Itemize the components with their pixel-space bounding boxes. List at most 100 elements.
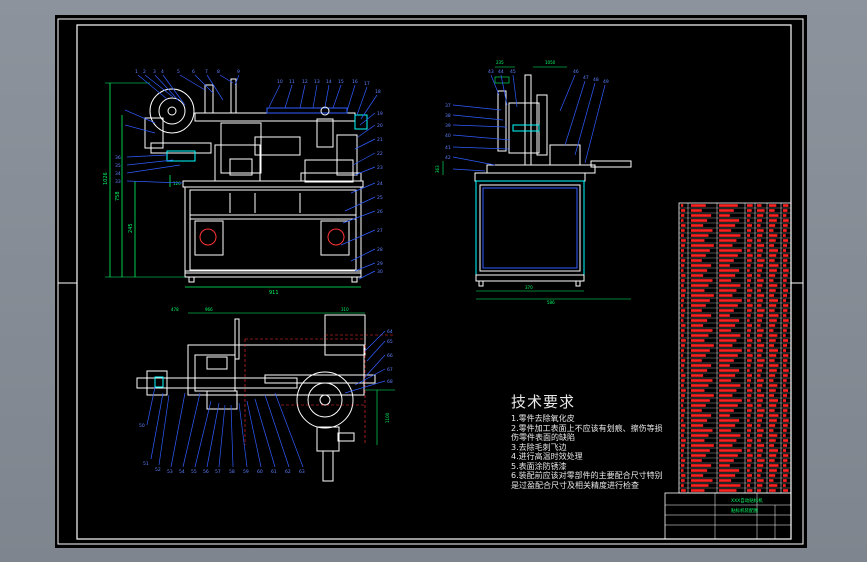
svg-text:35: 35	[115, 163, 121, 169]
svg-text:41: 41	[445, 145, 451, 151]
svg-text:23: 23	[377, 165, 383, 171]
svg-text:370: 370	[525, 285, 533, 290]
svg-text:12: 12	[302, 79, 308, 85]
cad-viewport[interactable]: 1026 758 245 126 911 1 2 3 4 5 6 7 8 9 1…	[0, 0, 867, 562]
svg-text:49: 49	[603, 79, 609, 85]
svg-text:966: 966	[205, 307, 213, 312]
svg-text:29: 29	[377, 261, 383, 267]
notes-line: 4.进行高温时效处理	[511, 452, 583, 461]
svg-text:42: 42	[445, 155, 451, 161]
svg-text:55: 55	[191, 469, 197, 475]
svg-text:39: 39	[445, 123, 451, 129]
svg-text:57: 57	[215, 469, 221, 475]
svg-text:22: 22	[377, 151, 383, 157]
plan-leader-numbers: 505152 53 54 55 56 57 58 59 60 61 62 63 646566 …	[139, 329, 393, 475]
svg-text:51: 51	[143, 461, 149, 467]
notes-line: 伤零件表面的缺陷	[511, 433, 575, 442]
svg-text:38: 38	[445, 113, 451, 119]
plan-view: 478 966 310 1100	[136, 307, 395, 482]
svg-text:43: 43	[488, 69, 494, 75]
svg-text:6: 6	[192, 69, 195, 75]
svg-text:44: 44	[498, 69, 504, 75]
svg-text:62: 62	[285, 469, 291, 475]
svg-text:2: 2	[143, 69, 146, 75]
svg-text:11: 11	[289, 79, 295, 85]
svg-text:56: 56	[203, 469, 209, 475]
svg-text:235: 235	[496, 60, 504, 65]
notes-line: 6.装配前应该对零部件的主要配合尺寸特别	[511, 471, 663, 480]
svg-text:14: 14	[326, 79, 332, 85]
svg-text:1100: 1100	[385, 412, 390, 423]
svg-text:65: 65	[387, 339, 393, 345]
svg-text:1026: 1026	[103, 172, 109, 185]
notes-title: 技术要求	[511, 393, 576, 411]
svg-text:47: 47	[583, 75, 589, 81]
svg-text:8: 8	[217, 69, 220, 75]
svg-text:1: 1	[135, 69, 138, 75]
svg-text:5: 5	[177, 69, 180, 75]
svg-text:9: 9	[237, 69, 240, 75]
svg-text:61: 61	[271, 469, 277, 475]
svg-text:363: 363	[435, 165, 440, 173]
svg-text:16: 16	[352, 79, 358, 85]
svg-text:28: 28	[377, 247, 383, 253]
svg-text:310: 310	[341, 307, 349, 312]
svg-text:25: 25	[377, 195, 383, 201]
svg-text:64: 64	[387, 329, 393, 335]
svg-text:24: 24	[377, 181, 383, 187]
svg-text:48: 48	[593, 77, 599, 83]
svg-text:58: 58	[229, 469, 235, 475]
svg-text:60: 60	[257, 469, 263, 475]
svg-text:911: 911	[269, 290, 279, 296]
svg-text:37: 37	[445, 103, 451, 109]
title-block-title: XXX自动贴标机	[731, 497, 763, 504]
notes-line: 5.表面涂防锈漆	[511, 461, 567, 471]
svg-text:54: 54	[179, 469, 185, 475]
svg-text:18: 18	[375, 89, 381, 95]
assembly-drawing: 1026 758 245 126 911 1 2 3 4 5 6 7 8 910…	[57, 18, 804, 545]
svg-text:59: 59	[243, 469, 249, 475]
svg-text:67: 67	[387, 367, 393, 373]
svg-text:66: 66	[387, 353, 393, 359]
drawing-sheet[interactable]: 1026 758 245 126 911 1 2 3 4 5 6 7 8 9 1…	[55, 15, 807, 548]
svg-text:46: 46	[573, 69, 579, 75]
svg-text:126: 126	[173, 181, 181, 186]
svg-text:21: 21	[377, 137, 383, 143]
notes-line: 是过盈配合尺寸及相关精度进行检查	[511, 480, 639, 490]
side-leaders	[452, 74, 606, 172]
svg-text:52: 52	[155, 467, 161, 473]
side-view: 235 1050 370 586 363	[435, 60, 632, 305]
svg-text:45: 45	[510, 69, 516, 75]
svg-text:17: 17	[364, 81, 370, 87]
svg-text:245: 245	[128, 223, 134, 233]
svg-text:478: 478	[171, 307, 179, 312]
svg-text:40: 40	[445, 133, 451, 139]
svg-text:26: 26	[377, 209, 383, 215]
svg-text:7: 7	[205, 69, 208, 75]
title-block: XXX自动贴标机 贴标机装配图	[664, 492, 792, 540]
svg-text:36: 36	[115, 155, 121, 161]
svg-text:50: 50	[139, 423, 145, 429]
svg-text:3: 3	[153, 69, 156, 75]
svg-text:34: 34	[115, 171, 121, 177]
svg-text:33: 33	[115, 179, 121, 185]
notes-line: 3.去除毛刺飞边	[511, 442, 567, 452]
front-leaders	[124, 74, 378, 280]
svg-text:20: 20	[377, 123, 383, 129]
svg-text:27: 27	[377, 228, 383, 234]
notes-line: 1.零件去除氧化皮	[511, 414, 575, 423]
svg-text:758: 758	[115, 191, 121, 201]
svg-text:15: 15	[338, 79, 344, 85]
parts-list	[678, 202, 792, 494]
svg-text:13: 13	[314, 79, 320, 85]
svg-text:53: 53	[167, 469, 173, 475]
title-block-subtitle: 贴标机装配图	[731, 507, 758, 514]
front-view: 1026 758 245 126 911	[103, 78, 368, 296]
plan-leaders	[146, 330, 386, 468]
svg-text:4: 4	[161, 69, 164, 75]
svg-text:1050: 1050	[545, 60, 556, 65]
svg-text:68: 68	[387, 379, 393, 385]
svg-text:586: 586	[547, 300, 555, 305]
svg-text:63: 63	[299, 469, 305, 475]
svg-text:30: 30	[377, 269, 383, 275]
